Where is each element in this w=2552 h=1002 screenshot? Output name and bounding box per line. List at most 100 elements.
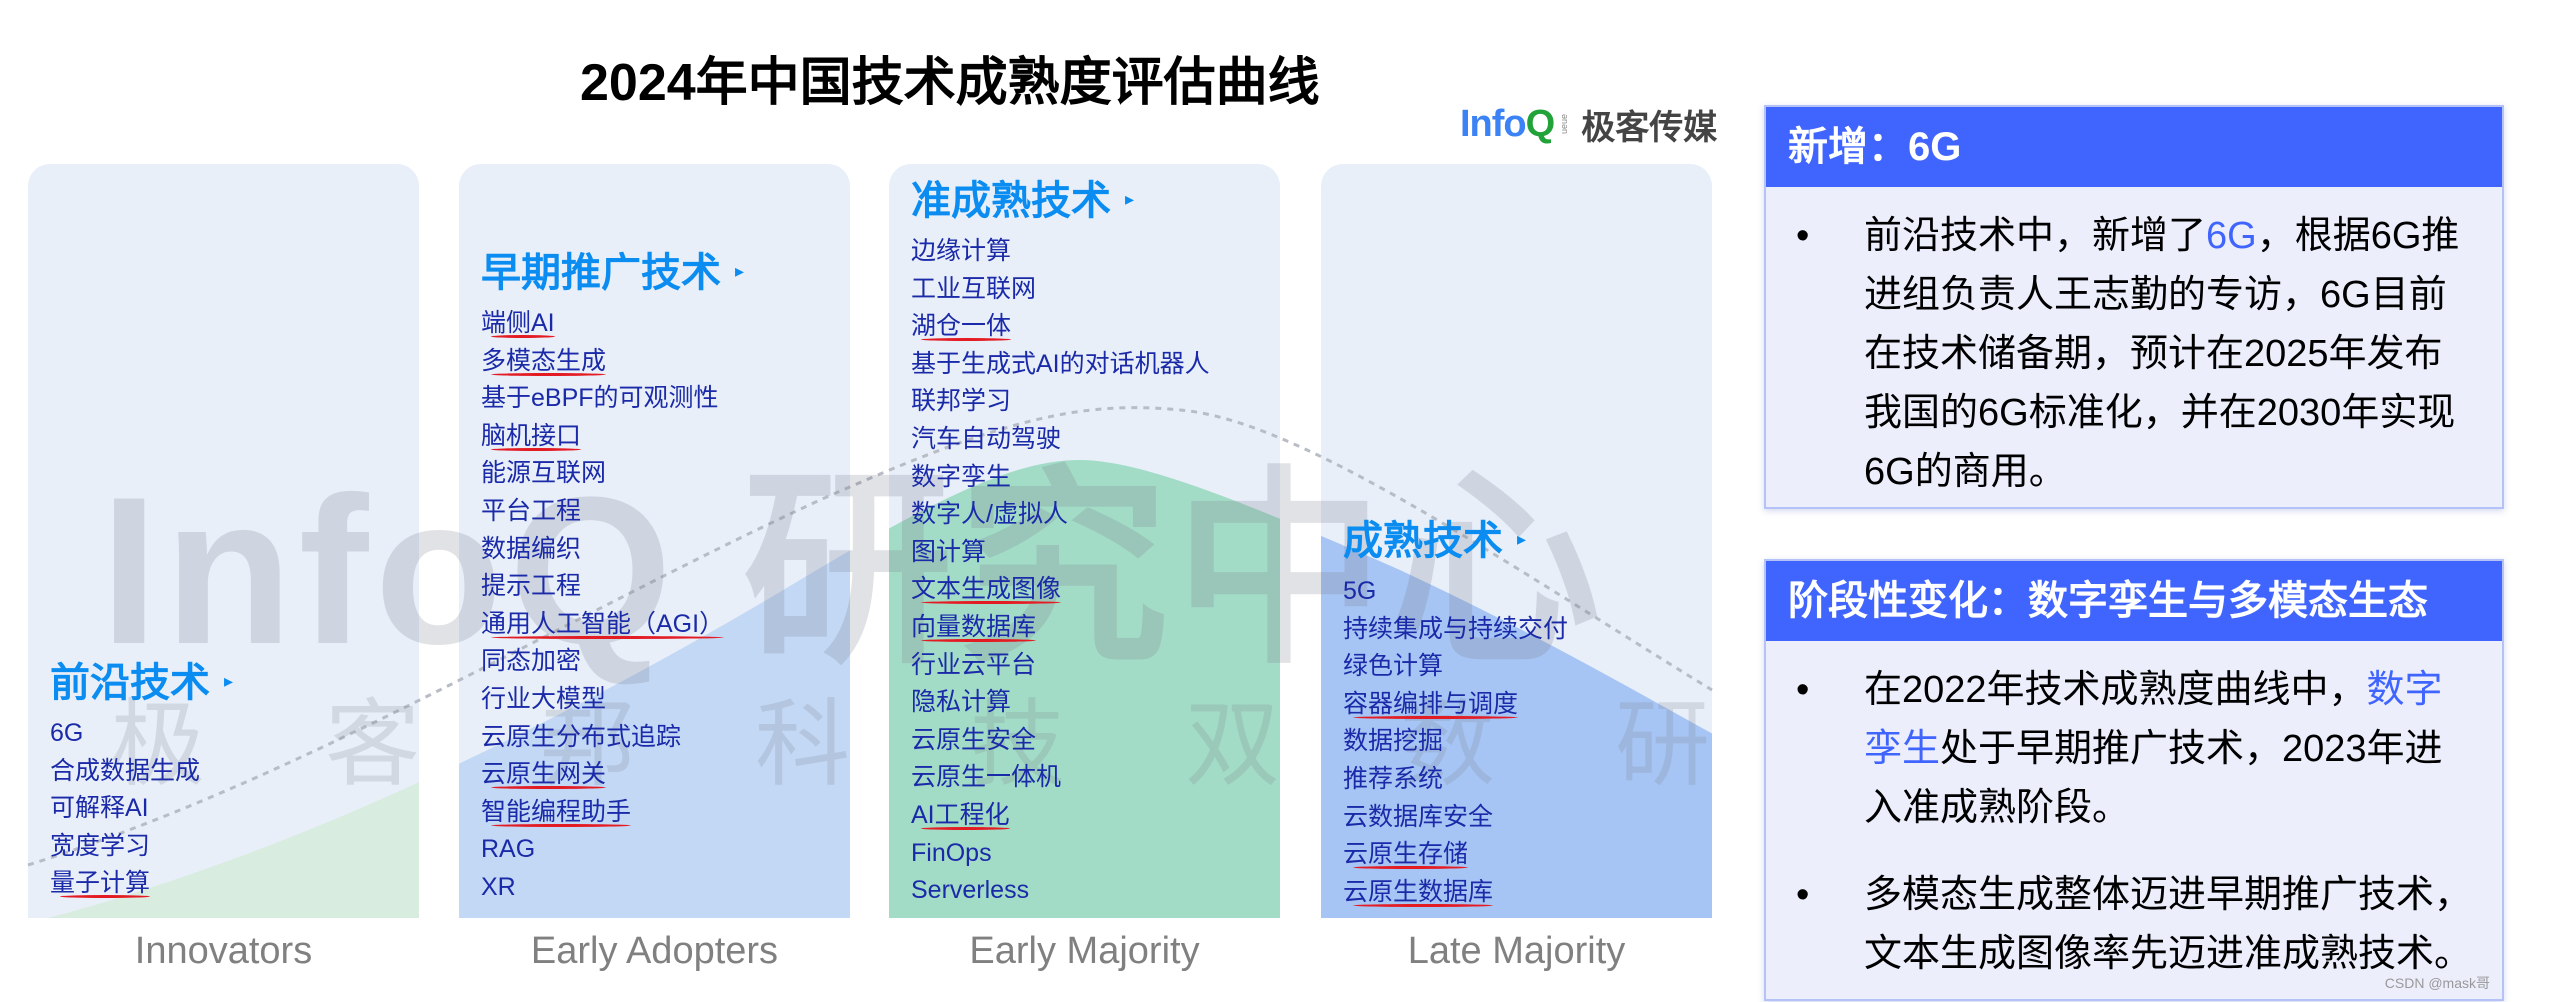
tech-item: 图计算 [911,534,1210,572]
triangle-right-icon: ▸ [1517,528,1527,549]
tech-item: 同态加密 [481,643,724,681]
column-heading-late-majority: 成熟技术 ▸ [1343,508,1526,566]
column-heading-text: 成熟技术 [1343,519,1503,563]
tech-item: 云原生一体机 [911,759,1210,797]
tech-item-label: 数字孪生 [911,462,1012,491]
tech-item-label: 端侧AI [481,309,555,337]
tech-item-label: 云原生存储 [1343,840,1469,869]
bullet-text-segment: 前沿技术中，新增了 [1864,215,2207,257]
tech-list-late-majority: 5G 持续集成与持续交付 绿色计算 容器编排与调度 数据挖掘 推荐系统 云数据库安全 云原生存… [1343,573,1568,911]
tech-item-label: 数据挖掘 [1343,727,1444,756]
tech-item-label: 绿色计算 [1343,652,1444,681]
tech-item-label: 汽车自动驾驶 [911,424,1062,453]
tech-item-label: 宽度学习 [50,831,151,860]
tech-item-label: 6G [50,719,84,747]
tech-item: 湖仓一体 [911,308,1210,346]
tech-item: 宽度学习 [50,828,200,866]
tech-item: 行业云平台 [911,647,1210,685]
stage-label-early-adopters: Early Adopters [530,930,779,972]
tech-item-label: 5G [1343,577,1377,605]
tech-item: 提示工程 [481,568,724,606]
tech-item-label: 工业互联网 [911,274,1037,303]
tech-item: 汽车自动驾驶 [911,421,1210,459]
tech-item-label: 云原生分布式追踪 [481,722,682,751]
tech-item-label: 云原生一体机 [911,763,1062,792]
bullet-text: 多模态生成整体迈进早期推广技术，文本生成图像率先迈进准成熟技术。 [1864,866,2472,984]
tech-item: 多模态生成 [481,343,724,381]
tech-item-label: 联邦学习 [911,387,1012,416]
tech-item: 向量数据库 [911,609,1210,647]
tech-item-label: 向量数据库 [911,612,1037,641]
tech-item: 云原生存储 [1343,836,1568,874]
red-underline-annotation [921,638,1036,642]
info-box-new-6g: 新增：6G • 前沿技术中，新增了6G，根据6G推进组负责人王志勤的专访，6G目前… [1764,105,2504,509]
tech-item: 6G [50,715,200,753]
tech-item-label: 提示工程 [481,572,582,601]
tech-item: 工业互联网 [911,271,1210,309]
tech-item: 数据编织 [481,531,724,569]
red-underline-annotation [921,601,1061,605]
tech-item: 基于生成式AI的对话机器人 [911,346,1210,384]
triangle-right-icon: ▸ [224,670,234,691]
tech-item-label: 云数据库安全 [1343,802,1494,831]
tech-item-label: 量子计算 [50,869,151,898]
page-title: 2024年中国技术成熟度评估曲线 [580,54,1320,112]
bullet-text-segment: 在2022年技术成熟度曲线中， [1864,669,2367,711]
tech-item-label: Serverless [911,876,1030,905]
info-box-stage-change: 阶段性变化：数字孪生与多模态生态 • 在2022年技术成熟度曲线中，数字孪生处于早… [1764,559,2504,1001]
tech-item: 可解释AI [50,790,200,828]
tech-item: 端侧AI [481,305,724,343]
tech-item: Serverless [911,872,1210,910]
tech-item-label: AI工程化 [911,800,1010,829]
tech-item-label: 合成数据生成 [50,756,201,785]
tech-item: 数字孪生 [911,459,1210,497]
tech-item-label: 行业大模型 [481,684,607,713]
tech-item: 平台工程 [481,493,724,531]
red-underline-annotation [491,335,555,338]
tech-item: 脑机接口 [481,418,724,456]
column-heading-early-adopters: 早期推广技术 ▸ [481,240,744,298]
tech-item: 云数据库安全 [1343,799,1568,837]
stage-label-early-majority: Early Majority [969,930,1200,972]
tech-item-label: 智能编程助手 [481,797,632,826]
tech-item: 能源互联网 [481,455,724,493]
tech-item: 联邦学习 [911,383,1210,421]
red-underline-annotation [1353,903,1493,907]
tech-item: 边缘计算 [911,233,1210,271]
tech-list-innovators: 6G 合成数据生成可解释AI 宽度学习量子计算 [50,715,200,903]
bullet-dot-icon: • [1796,215,1810,257]
tech-item: 基于eBPF的可观测性 [481,380,724,418]
tech-item-label: 文本生成图像 [911,575,1062,604]
tech-item-label: 图计算 [911,537,987,566]
info-box-header: 新增：6G [1766,107,2502,187]
tech-item-label: 平台工程 [481,496,582,525]
triangle-right-icon: ▸ [735,260,745,281]
tech-item: 文本生成图像 [911,571,1210,609]
red-underline-annotation [491,447,581,451]
red-underline-annotation [921,826,1010,830]
bullet-dot-icon: • [1796,669,1810,711]
tech-item-label: 云原生数据库 [1343,877,1494,906]
logo-queue: ueue [1559,114,1570,135]
column-heading-text: 准成熟技术 [911,179,1111,223]
red-underline-annotation [1353,866,1468,870]
tech-item: XR [481,869,724,907]
bullet-point: • 在2022年技术成熟度曲线中，数字孪生处于早期推广技术，2023年进入准成熟阶… [1786,661,2472,838]
bullet-text: 在2022年技术成熟度曲线中，数字孪生处于早期推广技术，2023年进入准成熟阶段… [1864,661,2472,838]
tech-item: 持续集成与持续交付 [1343,611,1568,649]
red-underline-annotation [491,823,631,827]
tech-item-label: 数字人/虚拟人 [911,500,1068,529]
highlighted-term: 6G [2206,215,2257,257]
tech-item-label: XR [481,872,516,901]
tech-item-label: 同态加密 [481,647,582,676]
red-underline-annotation [491,635,724,639]
column-heading-early-majority: 准成熟技术 ▸ [911,168,1134,226]
tech-item: 云原生数据库 [1343,874,1568,912]
info-box-header: 阶段性变化：数字孪生与多模态生态 [1766,561,2502,641]
tech-item: 容器编排与调度 [1343,686,1568,724]
tech-item-label: 湖仓一体 [911,312,1012,341]
column-heading-text: 前沿技术 [50,661,210,705]
red-underline-annotation [1353,715,1518,719]
logo-cn: 极客传媒 [1581,109,1718,147]
tech-item: 云原生网关 [481,756,724,794]
